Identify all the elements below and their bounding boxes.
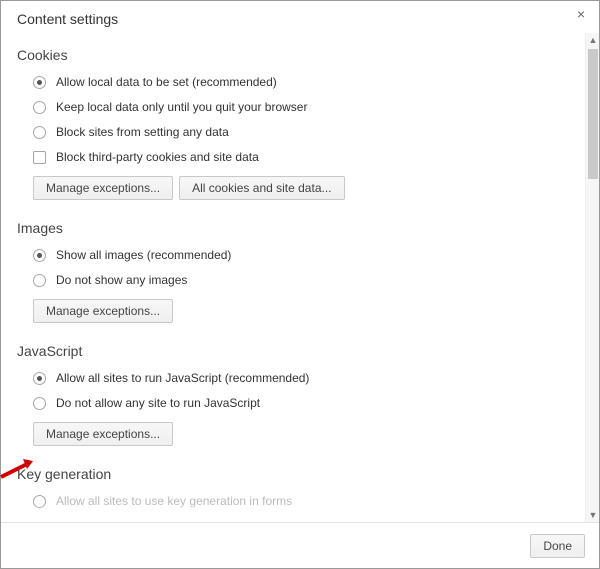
keygen-option-allow[interactable]: Allow all sites to use key generation in…: [33, 492, 559, 510]
scroll-area: Cookies Allow local data to be set (reco…: [1, 33, 599, 522]
section-title-images: Images: [17, 220, 559, 236]
radio-icon: [33, 249, 46, 262]
radio-icon: [33, 126, 46, 139]
section-title-cookies: Cookies: [17, 47, 559, 63]
radio-icon: [33, 372, 46, 385]
cookies-options: Allow local data to be set (recommended)…: [17, 73, 559, 166]
images-options: Show all images (recommended) Do not sho…: [17, 246, 559, 289]
cookies-manage-exceptions-button[interactable]: Manage exceptions...: [33, 176, 173, 200]
images-option-block[interactable]: Do not show any images: [33, 271, 559, 289]
section-images: Images Show all images (recommended) Do …: [17, 220, 559, 323]
images-manage-exceptions-button[interactable]: Manage exceptions...: [33, 299, 173, 323]
content-scroll[interactable]: Cookies Allow local data to be set (reco…: [1, 33, 585, 522]
option-label: Do not allow any site to run JavaScript: [56, 394, 260, 412]
cookies-button-row: Manage exceptions... All cookies and sit…: [17, 176, 559, 200]
javascript-manage-exceptions-button[interactable]: Manage exceptions...: [33, 422, 173, 446]
cookies-option-allow[interactable]: Allow local data to be set (recommended): [33, 73, 559, 91]
images-button-row: Manage exceptions...: [17, 299, 559, 323]
scrollbar-down-arrow-icon[interactable]: ▼: [586, 508, 600, 522]
close-icon: ×: [577, 6, 585, 22]
radio-icon: [33, 101, 46, 114]
cookies-option-block-thirdparty[interactable]: Block third-party cookies and site data: [33, 148, 559, 166]
javascript-option-allow[interactable]: Allow all sites to run JavaScript (recom…: [33, 369, 559, 387]
section-javascript: JavaScript Allow all sites to run JavaSc…: [17, 343, 559, 446]
radio-icon: [33, 495, 46, 508]
option-label: Block sites from setting any data: [56, 123, 229, 141]
section-title-javascript: JavaScript: [17, 343, 559, 359]
javascript-option-block[interactable]: Do not allow any site to run JavaScript: [33, 394, 559, 412]
images-option-show[interactable]: Show all images (recommended): [33, 246, 559, 264]
cookies-option-block[interactable]: Block sites from setting any data: [33, 123, 559, 141]
close-button[interactable]: ×: [571, 5, 589, 23]
content-settings-dialog: Content settings × Cookies Allow local d…: [0, 0, 600, 569]
javascript-options: Allow all sites to run JavaScript (recom…: [17, 369, 559, 412]
done-button[interactable]: Done: [530, 534, 585, 558]
footer: Done: [1, 522, 599, 568]
option-label: Block third-party cookies and site data: [56, 148, 259, 166]
option-label: Do not show any images: [56, 271, 187, 289]
option-label: Show all images (recommended): [56, 246, 231, 264]
scrollbar-up-arrow-icon[interactable]: ▲: [586, 33, 600, 47]
cookies-option-session[interactable]: Keep local data only until you quit your…: [33, 98, 559, 116]
radio-icon: [33, 274, 46, 287]
scrollbar-thumb[interactable]: [588, 49, 598, 179]
option-label: Allow all sites to use key generation in…: [56, 492, 292, 510]
option-label: Allow all sites to run JavaScript (recom…: [56, 369, 309, 387]
option-label: Allow local data to be set (recommended): [56, 73, 277, 91]
radio-icon: [33, 397, 46, 410]
javascript-button-row: Manage exceptions...: [17, 422, 559, 446]
titlebar: Content settings ×: [1, 1, 599, 27]
cookies-all-data-button[interactable]: All cookies and site data...: [179, 176, 344, 200]
option-label: Keep local data only until you quit your…: [56, 98, 307, 116]
scrollbar-track[interactable]: ▲ ▼: [585, 33, 599, 522]
section-keygen: Key generation Allow all sites to use ke…: [17, 466, 559, 510]
section-cookies: Cookies Allow local data to be set (reco…: [17, 47, 559, 200]
radio-icon: [33, 76, 46, 89]
dialog-title: Content settings: [17, 11, 118, 27]
section-title-keygen: Key generation: [17, 466, 559, 482]
keygen-options: Allow all sites to use key generation in…: [17, 492, 559, 510]
checkbox-icon: [33, 151, 46, 164]
